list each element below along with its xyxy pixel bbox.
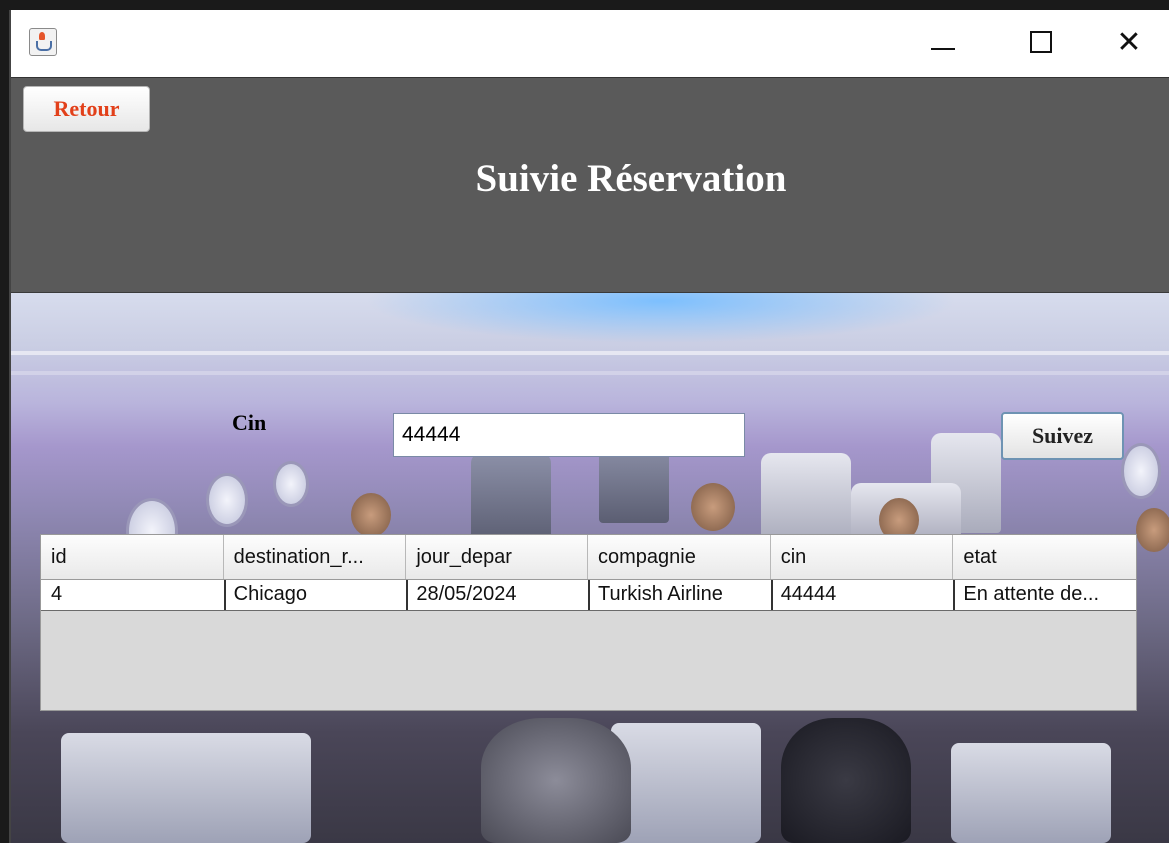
- cell-id[interactable]: 4: [41, 580, 224, 610]
- page-title: Suivie Réservation: [475, 157, 787, 200]
- content-panel: Cin Suivez id destination_r... jour_depa…: [11, 293, 1169, 843]
- cell-destination[interactable]: Chicago: [223, 580, 407, 610]
- column-header-destination[interactable]: destination_r...: [224, 535, 407, 579]
- app-window: ✕ Retour Suivie Réservation Cin 44444 Su…: [9, 10, 1169, 843]
- close-icon: ✕: [1116, 24, 1142, 60]
- minimize-icon: [931, 48, 955, 50]
- cell-jour-depar[interactable]: 28/05/2024: [406, 580, 588, 610]
- back-button[interactable]: Retour: [23, 86, 150, 132]
- title-bar[interactable]: ✕: [11, 10, 1169, 77]
- column-header-id[interactable]: id: [41, 535, 224, 579]
- column-header-jour-depar[interactable]: jour_depar: [406, 535, 589, 579]
- table-header: id destination_r... jour_depar compagnie…: [41, 535, 1136, 580]
- table-row[interactable]: 4 Chicago 28/05/2024 Turkish Airline 444…: [41, 580, 1136, 611]
- suivez-button[interactable]: Suivez: [1001, 412, 1124, 460]
- cin-input[interactable]: [393, 413, 745, 457]
- cell-etat[interactable]: En attente de...: [953, 580, 1136, 610]
- column-header-etat[interactable]: etat: [953, 535, 1136, 579]
- column-header-cin[interactable]: cin: [771, 535, 954, 579]
- cell-compagnie[interactable]: Turkish Airline: [588, 580, 771, 610]
- minimize-button[interactable]: [923, 24, 963, 60]
- reservations-table[interactable]: id destination_r... jour_depar compagnie…: [40, 534, 1137, 711]
- close-button[interactable]: ✕: [1109, 24, 1149, 60]
- cin-label: Cin: [232, 410, 267, 435]
- column-header-compagnie[interactable]: compagnie: [588, 535, 771, 579]
- maximize-button[interactable]: [1021, 24, 1061, 60]
- header-panel: Retour Suivie Réservation: [11, 77, 1169, 294]
- cell-cin[interactable]: 44444: [770, 580, 954, 610]
- maximize-icon: [1030, 31, 1052, 53]
- java-app-icon[interactable]: [29, 28, 57, 56]
